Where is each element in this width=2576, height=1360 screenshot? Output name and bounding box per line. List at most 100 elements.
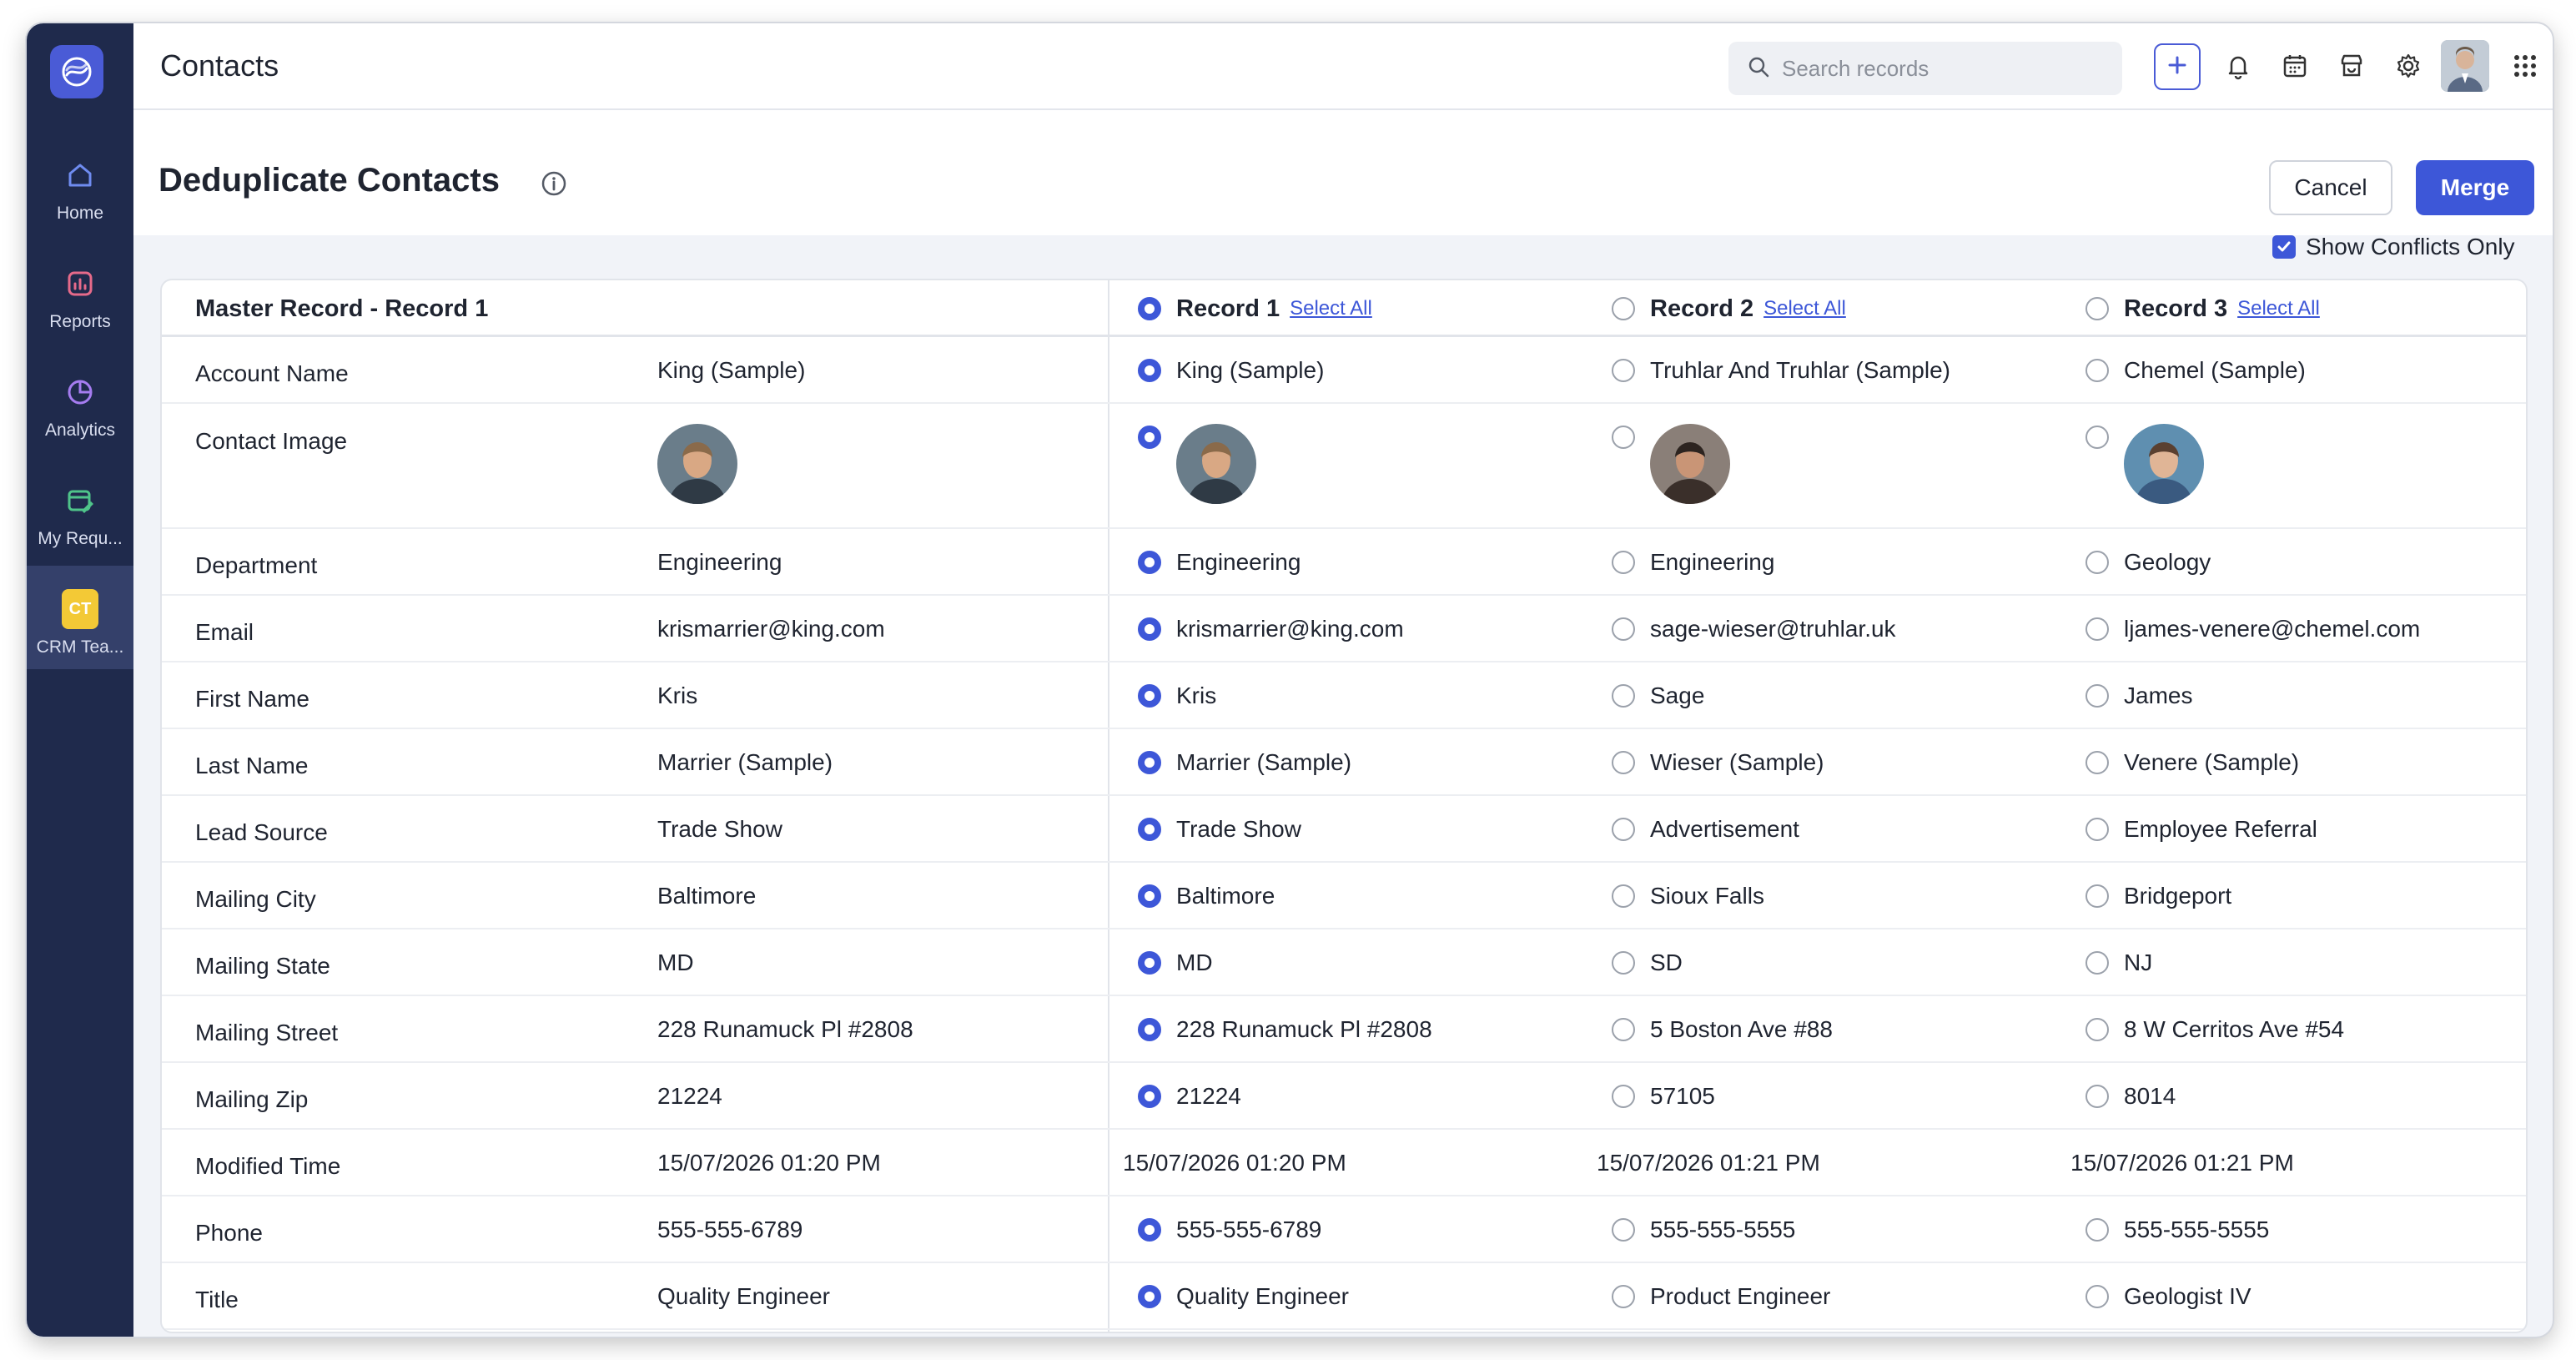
value-radio[interactable] [2085, 684, 2109, 708]
record-2-radio[interactable] [1612, 297, 1635, 320]
value-radio[interactable] [1138, 1085, 1161, 1108]
calendar-button[interactable] [2271, 43, 2319, 92]
value-radio[interactable] [2085, 1018, 2109, 1041]
record-1-value[interactable]: King (Sample) [1138, 337, 1324, 404]
value-radio[interactable] [2085, 751, 2109, 774]
record-2-value[interactable]: 57105 [1612, 1063, 1715, 1130]
record-2-value[interactable]: Truhlar And Truhlar (Sample) [1612, 337, 1950, 404]
record-1-value[interactable]: Kris [1138, 662, 1216, 729]
value-radio[interactable] [1612, 951, 1635, 975]
value-radio[interactable] [1138, 818, 1161, 841]
record-2-value[interactable] [1612, 417, 1730, 504]
record-1-radio[interactable] [1138, 297, 1161, 320]
value-radio[interactable] [1138, 1018, 1161, 1041]
record-2-value[interactable]: 5 Boston Ave #88 [1612, 996, 1833, 1063]
select-all-link[interactable]: Select All [1763, 297, 1846, 320]
record-2-value[interactable]: sage-wieser@truhlar.uk [1612, 596, 1896, 662]
record-3-value[interactable]: Venere (Sample) [2085, 729, 2299, 796]
app-logo-icon[interactable] [50, 45, 103, 98]
value-radio[interactable] [2085, 951, 2109, 975]
apps-button[interactable] [2501, 43, 2549, 92]
value-radio[interactable] [1612, 359, 1635, 382]
value-radio[interactable] [1612, 551, 1635, 574]
record-1-header[interactable]: Record 1 Select All [1138, 280, 1372, 337]
record-3-value[interactable] [2085, 417, 2204, 504]
value-radio[interactable] [1138, 884, 1161, 908]
record-3-header[interactable]: Record 3 Select All [2085, 280, 2320, 337]
record-1-value[interactable]: Engineering [1138, 529, 1301, 596]
settings-button[interactable] [2384, 43, 2433, 92]
notifications-button[interactable] [2214, 43, 2262, 92]
avatar[interactable] [2441, 40, 2489, 92]
merge-button[interactable]: Merge [2416, 160, 2534, 215]
search-input[interactable] [1782, 55, 2099, 82]
record-1-value[interactable]: Trade Show [1138, 796, 1301, 863]
marketplace-button[interactable] [2327, 43, 2376, 92]
value-radio[interactable] [1138, 751, 1161, 774]
value-radio[interactable] [1612, 884, 1635, 908]
value-radio[interactable] [1138, 551, 1161, 574]
record-1-value[interactable]: MD [1138, 929, 1213, 996]
record-1-value[interactable]: Baltimore [1138, 863, 1275, 929]
value-radio[interactable] [2085, 551, 2109, 574]
value-radio[interactable] [1612, 751, 1635, 774]
record-2-value[interactable]: Advertisement [1612, 796, 1799, 863]
value-radio[interactable] [1612, 1018, 1635, 1041]
search-box[interactable] [1728, 42, 2122, 95]
show-conflicts-toggle[interactable]: Show Conflicts Only [2272, 234, 2515, 260]
add-button[interactable] [2154, 43, 2201, 90]
record-3-value[interactable]: ljames-venere@chemel.com [2085, 596, 2420, 662]
cancel-button[interactable]: Cancel [2269, 160, 2392, 215]
value-radio[interactable] [1138, 359, 1161, 382]
record-3-radio[interactable] [2085, 297, 2109, 320]
record-3-value[interactable]: Employee Referral [2085, 796, 2317, 863]
value-radio[interactable] [2085, 359, 2109, 382]
value-radio[interactable] [1612, 426, 1635, 449]
value-radio[interactable] [1612, 1085, 1635, 1108]
select-all-link[interactable]: Select All [1290, 297, 1372, 320]
value-radio[interactable] [1138, 1285, 1161, 1308]
value-radio[interactable] [2085, 818, 2109, 841]
sidebar-item-crm-team[interactable]: CT CRM Tea... [27, 566, 133, 669]
sidebar-item-home[interactable]: Home [27, 132, 133, 235]
value-radio[interactable] [1612, 1285, 1635, 1308]
value-radio[interactable] [1612, 617, 1635, 641]
record-3-value[interactable]: 555-555-5555 [2085, 1196, 2269, 1263]
record-3-value[interactable]: Chemel (Sample) [2085, 337, 2306, 404]
record-3-value[interactable]: Bridgeport [2085, 863, 2231, 929]
record-3-value[interactable]: James [2085, 662, 2192, 729]
record-3-value[interactable]: 8 W Cerritos Ave #54 [2085, 996, 2344, 1063]
value-radio[interactable] [2085, 884, 2109, 908]
value-radio[interactable] [1138, 951, 1161, 975]
record-1-value[interactable]: 228 Runamuck Pl #2808 [1138, 996, 1432, 1063]
record-2-value[interactable]: Engineering [1612, 529, 1774, 596]
record-2-value[interactable]: Product Engineer [1612, 1263, 1830, 1330]
sidebar-item-analytics[interactable]: Analytics [27, 349, 133, 452]
record-2-value[interactable]: 555-555-5555 [1612, 1196, 1795, 1263]
record-3-value[interactable]: Geology [2085, 529, 2211, 596]
value-radio[interactable] [1612, 818, 1635, 841]
record-2-value[interactable]: Sage [1612, 662, 1704, 729]
record-3-value[interactable]: NJ [2085, 929, 2152, 996]
record-1-value[interactable]: krismarrier@king.com [1138, 596, 1404, 662]
value-radio[interactable] [1138, 426, 1161, 449]
record-1-value[interactable]: 21224 [1138, 1063, 1241, 1130]
value-radio[interactable] [2085, 1085, 2109, 1108]
value-radio[interactable] [1138, 617, 1161, 641]
record-1-value[interactable]: Marrier (Sample) [1138, 729, 1351, 796]
value-radio[interactable] [1612, 1218, 1635, 1242]
record-3-value[interactable]: Geologist IV [2085, 1263, 2251, 1330]
value-radio[interactable] [2085, 617, 2109, 641]
value-radio[interactable] [1612, 684, 1635, 708]
value-radio[interactable] [2085, 426, 2109, 449]
record-1-value[interactable] [1138, 417, 1256, 504]
value-radio[interactable] [2085, 1285, 2109, 1308]
record-2-value[interactable]: SD [1612, 929, 1683, 996]
info-icon[interactable] [541, 170, 567, 201]
record-3-value[interactable]: 8014 [2085, 1063, 2176, 1130]
show-conflicts-checkbox[interactable] [2272, 235, 2296, 259]
record-2-value[interactable]: Wieser (Sample) [1612, 729, 1824, 796]
sidebar-item-my-requests[interactable]: My Requ... [27, 457, 133, 561]
value-radio[interactable] [1138, 684, 1161, 708]
value-radio[interactable] [2085, 1218, 2109, 1242]
